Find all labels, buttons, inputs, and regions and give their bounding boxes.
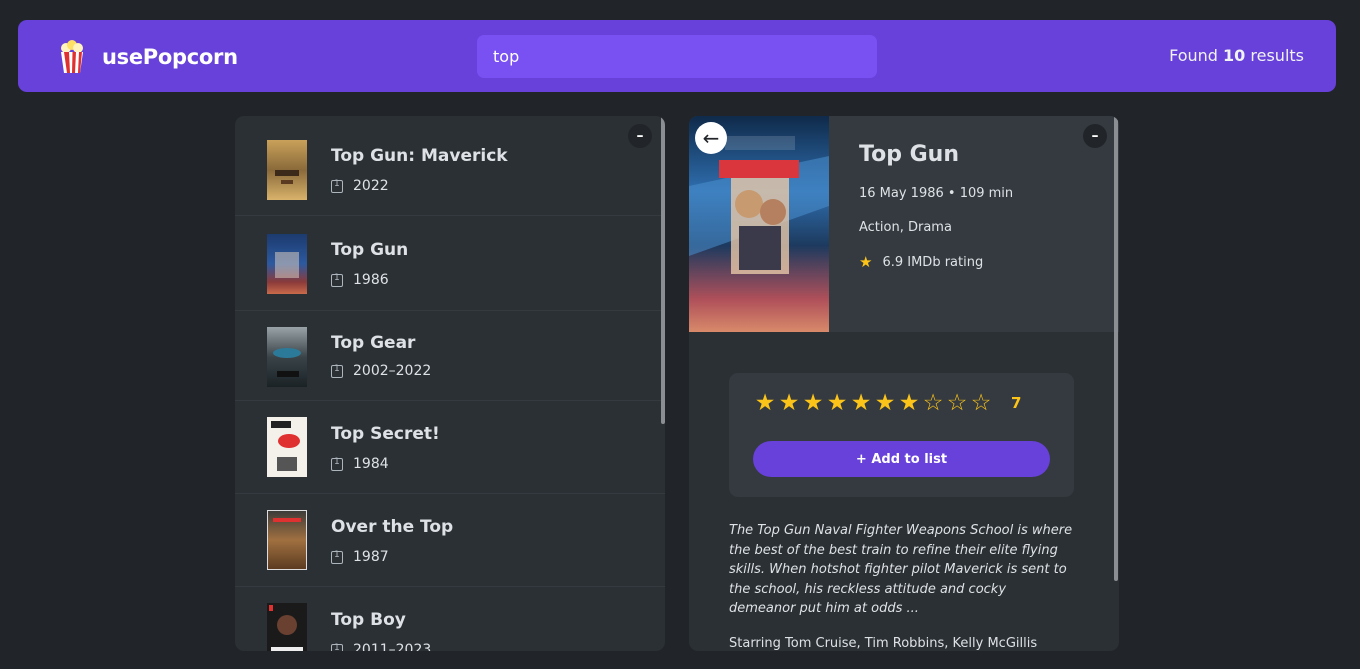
movie-title: Top Gear bbox=[331, 333, 416, 353]
movie-poster bbox=[267, 234, 307, 294]
movie-title: Top Boy bbox=[331, 610, 406, 630]
movie-list-item[interactable]: Top Gun: Maverick 2022 bbox=[235, 116, 665, 216]
nav-bar: usePopcorn Found 10 results bbox=[18, 20, 1336, 92]
collapse-details-button[interactable]: – bbox=[1083, 124, 1107, 148]
star-icon[interactable]: ★ bbox=[849, 391, 873, 415]
movie-poster bbox=[267, 417, 307, 477]
star-icon[interactable]: ★ bbox=[777, 391, 801, 415]
calendar-icon bbox=[331, 550, 343, 564]
movie-list-box[interactable]: – Top Gun: Maverick 2022 Top Gun 1986 To… bbox=[235, 116, 665, 651]
details-header: ← Top Gun 16 May 1986 • 109 min Action, … bbox=[689, 116, 1119, 332]
star-icon[interactable]: ★ bbox=[801, 391, 825, 415]
results-count: Found 10 results bbox=[1169, 46, 1304, 65]
details-scrollbar-thumb[interactable] bbox=[1114, 116, 1118, 581]
movie-title: Top Gun bbox=[331, 240, 409, 260]
movie-list-item[interactable]: Top Secret! 1984 bbox=[235, 401, 665, 494]
movie-year: 1987 bbox=[331, 549, 389, 565]
star-icon[interactable]: ★ bbox=[825, 391, 849, 415]
details-starring: Starring Tom Cruise, Tim Robbins, Kelly … bbox=[729, 636, 1038, 651]
add-to-list-button[interactable]: + Add to list bbox=[753, 441, 1050, 477]
star-icon: ★ bbox=[859, 253, 873, 271]
movie-list-item[interactable]: Top Gun 1986 bbox=[235, 216, 665, 311]
movie-year: 1984 bbox=[331, 456, 389, 472]
movie-list-item[interactable]: Top Boy 2011–2023 bbox=[235, 587, 665, 651]
details-genre: Action, Drama bbox=[859, 220, 952, 235]
calendar-icon bbox=[331, 273, 343, 287]
movie-list-item[interactable]: Over the Top 1987 bbox=[235, 494, 665, 587]
movie-title: Over the Top bbox=[331, 517, 454, 537]
list-scrollbar[interactable] bbox=[661, 116, 665, 651]
details-release-runtime: 16 May 1986 • 109 min bbox=[859, 186, 1014, 201]
details-scrollbar[interactable] bbox=[1114, 116, 1118, 651]
logo: usePopcorn bbox=[58, 40, 238, 74]
details-title: Top Gun bbox=[859, 142, 959, 167]
movie-year: 2002–2022 bbox=[331, 363, 431, 379]
movie-year: 2011–2023 bbox=[331, 642, 431, 651]
movie-year: 1986 bbox=[331, 272, 389, 288]
movie-poster bbox=[266, 509, 308, 571]
details-plot: The Top Gun Naval Fighter Weapons School… bbox=[729, 523, 1073, 616]
popcorn-icon bbox=[58, 40, 86, 74]
rating-box: ★ ★ ★ ★ ★ ★ ★ ☆ ☆ ☆ 7 + Add to list bbox=[729, 373, 1074, 497]
calendar-icon bbox=[331, 179, 343, 193]
star-outline-icon[interactable]: ☆ bbox=[921, 391, 945, 415]
movie-poster bbox=[267, 140, 307, 200]
search-input[interactable] bbox=[477, 35, 877, 78]
details-imdb-rating: ★ 6.9 IMDb rating bbox=[859, 253, 984, 271]
star-outline-icon[interactable]: ☆ bbox=[969, 391, 993, 415]
back-button[interactable]: ← bbox=[695, 122, 727, 154]
movie-details-box[interactable]: – ← Top Gun 16 May 1986 • 109 min Action… bbox=[689, 116, 1119, 651]
star-outline-icon[interactable]: ☆ bbox=[945, 391, 969, 415]
movie-poster bbox=[267, 327, 307, 387]
list-scrollbar-thumb[interactable] bbox=[661, 116, 665, 424]
calendar-icon bbox=[331, 643, 343, 651]
movie-list-item[interactable]: Top Gear 2002–2022 bbox=[235, 311, 665, 401]
movie-poster bbox=[267, 603, 307, 651]
star-rating[interactable]: ★ ★ ★ ★ ★ ★ ★ ☆ ☆ ☆ 7 bbox=[753, 391, 1022, 415]
movie-list: Top Gun: Maverick 2022 Top Gun 1986 Top … bbox=[235, 116, 665, 651]
user-rating-value: 7 bbox=[1011, 394, 1022, 412]
calendar-icon bbox=[331, 457, 343, 471]
collapse-list-button[interactable]: – bbox=[628, 124, 652, 148]
movie-year: 2022 bbox=[331, 178, 389, 194]
star-icon[interactable]: ★ bbox=[897, 391, 921, 415]
movie-title: Top Secret! bbox=[331, 424, 440, 444]
logo-text: usePopcorn bbox=[102, 45, 238, 69]
star-icon[interactable]: ★ bbox=[753, 391, 777, 415]
movie-title: Top Gun: Maverick bbox=[331, 146, 508, 166]
calendar-icon bbox=[331, 364, 343, 378]
star-icon[interactable]: ★ bbox=[873, 391, 897, 415]
